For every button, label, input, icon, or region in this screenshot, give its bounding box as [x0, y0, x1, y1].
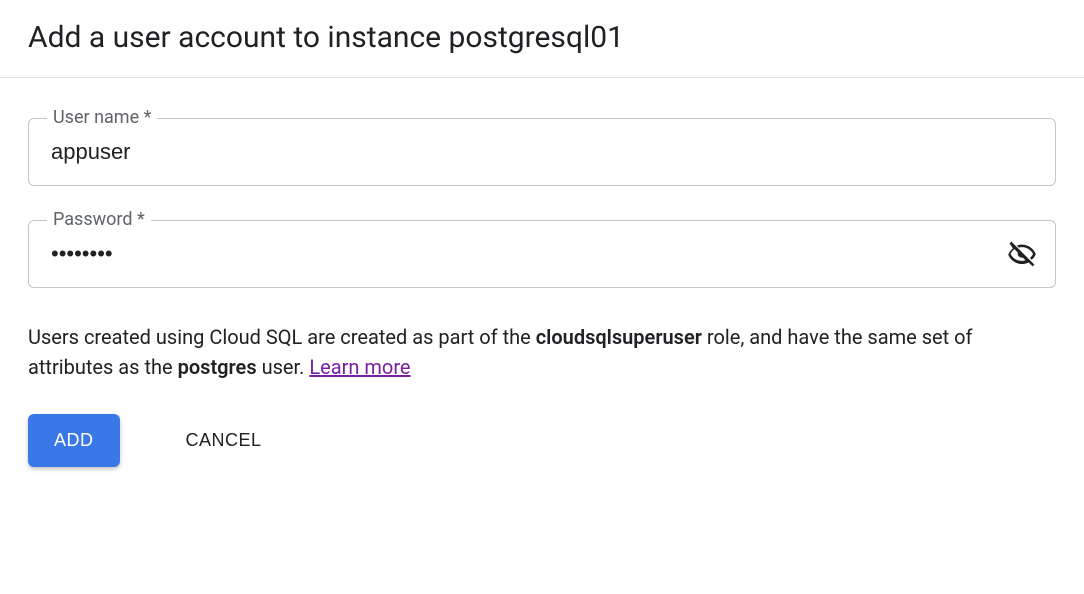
password-label: Password *: [47, 209, 151, 230]
desc-user-strong: postgres: [178, 355, 257, 379]
desc-part1: Users created using Cloud SQL are create…: [28, 325, 536, 349]
learn-more-link[interactable]: Learn more: [309, 355, 410, 379]
password-field-outline: Password *: [28, 220, 1056, 288]
desc-role-strong: cloudsqlsuperuser: [536, 325, 702, 349]
form-actions: ADD CANCEL: [28, 414, 1056, 491]
description-text: Users created using Cloud SQL are create…: [28, 322, 1056, 382]
add-user-form: User name * Password * Users created usi…: [0, 78, 1084, 491]
visibility-off-icon[interactable]: [1002, 234, 1041, 274]
add-button[interactable]: ADD: [28, 414, 120, 467]
username-field-wrap: User name *: [28, 118, 1056, 186]
username-label: User name *: [47, 107, 157, 128]
header: Add a user account to instance postgresq…: [0, 0, 1084, 78]
username-field-outline: User name *: [28, 118, 1056, 186]
username-input[interactable]: [49, 138, 1035, 166]
password-field-wrap: Password *: [28, 220, 1056, 288]
cancel-button[interactable]: CANCEL: [160, 414, 288, 467]
password-input[interactable]: [49, 240, 1002, 268]
page-title: Add a user account to instance postgresq…: [28, 20, 1056, 55]
desc-part3: user.: [257, 355, 310, 379]
